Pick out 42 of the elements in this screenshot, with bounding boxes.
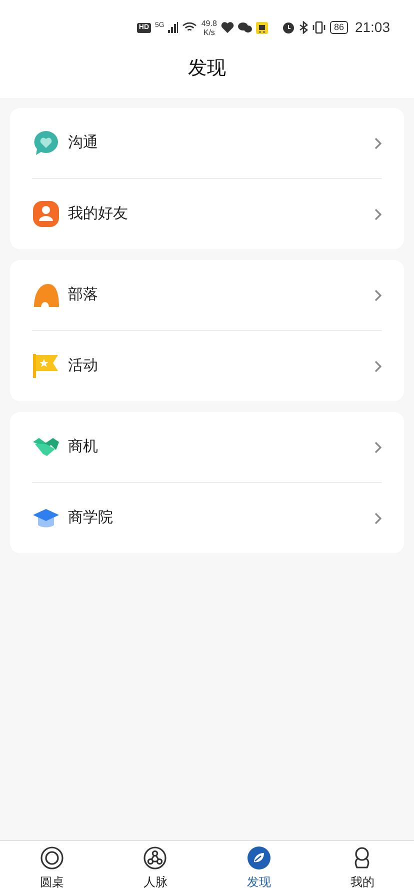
tab-bar-item[interactable]: 发现 xyxy=(207,841,310,896)
menu-item-label: 部落 xyxy=(68,284,99,305)
alarm-icon xyxy=(282,21,295,34)
chevron-right-icon xyxy=(374,208,382,220)
menu-item-label: 商机 xyxy=(68,436,99,457)
menu-item-label: 商学院 xyxy=(68,508,114,528)
menu-item-label: 沟通 xyxy=(68,132,99,153)
menu-item[interactable]: 商学院 xyxy=(32,483,382,553)
chevron-right-icon xyxy=(374,136,382,150)
menu-item-label: 我的好友 xyxy=(68,204,129,224)
menu-item[interactable]: 我的好友 xyxy=(32,179,382,249)
speed-value: 49.8 xyxy=(201,18,217,28)
vibrate-icon xyxy=(312,21,326,34)
app-icon xyxy=(256,22,268,34)
menu-item[interactable]: 商机 xyxy=(32,412,382,482)
heart-icon xyxy=(220,22,234,33)
tent-icon xyxy=(32,281,60,309)
circle-icon xyxy=(40,846,64,870)
chat-bubbles-icon xyxy=(238,22,252,33)
chevron-right-icon xyxy=(374,440,382,454)
network-icon xyxy=(143,846,168,870)
menu-item[interactable]: 沟通 xyxy=(32,108,382,178)
tab-bar-item[interactable]: 圆桌 xyxy=(0,841,104,896)
tab-bar-item[interactable]: 人脉 xyxy=(104,841,207,896)
bluetooth-icon xyxy=(298,21,308,34)
menu-item-label: 活动 xyxy=(68,356,99,376)
page-title: 发现 xyxy=(188,57,226,81)
speed-unit: K/s xyxy=(203,28,215,36)
chevron-right-icon xyxy=(374,512,382,524)
tab-bar-item[interactable]: 我的 xyxy=(310,841,414,896)
wifi-icon xyxy=(182,22,198,33)
speech-bubble-icon xyxy=(32,129,60,157)
clock: 21:03 xyxy=(354,18,390,37)
menu-item[interactable]: 部落 xyxy=(32,260,382,330)
chevron-right-icon xyxy=(374,288,382,302)
battery-level: 86 xyxy=(330,21,348,34)
leaf-icon xyxy=(246,846,271,870)
people-icon xyxy=(32,200,60,228)
signal-icon xyxy=(168,22,178,33)
chevron-right-icon xyxy=(374,360,382,372)
flag-icon xyxy=(32,352,60,380)
menu-item[interactable]: 活动 xyxy=(32,331,382,401)
